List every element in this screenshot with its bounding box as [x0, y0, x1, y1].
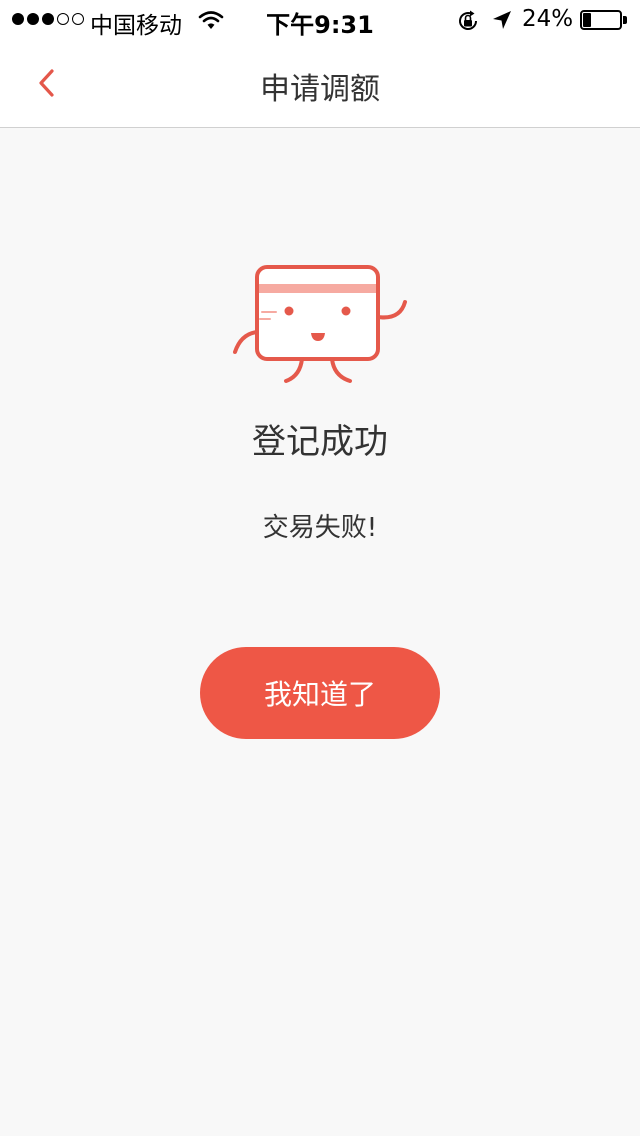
- result-message: 交易失败!: [262, 513, 378, 543]
- battery-percentage: 24%: [522, 6, 574, 32]
- battery-icon: [580, 10, 628, 30]
- navigation-bar: 申请调额: [0, 40, 640, 128]
- card-mascot-illustration: [233, 265, 407, 383]
- result-title: 登记成功: [252, 422, 388, 462]
- status-bar: 中国移动 下午9:31 24%: [0, 0, 640, 40]
- location-arrow-icon: [493, 11, 511, 29]
- page-title: 申请调额: [260, 72, 380, 107]
- rotation-lock-icon: [459, 10, 477, 30]
- header-area: 中国移动 下午9:31 24% 申请调额: [0, 0, 640, 128]
- acknowledge-button[interactable]: 我知道了: [200, 647, 440, 739]
